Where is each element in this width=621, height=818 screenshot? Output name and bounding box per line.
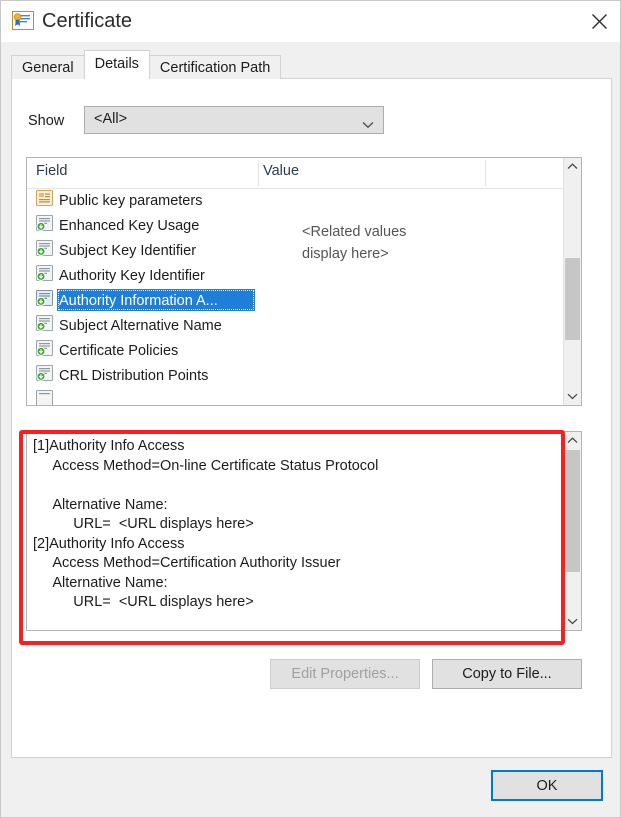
field-name: Subject Alternative Name	[59, 317, 222, 334]
scrollbar-thumb[interactable]	[565, 258, 580, 340]
certificate-field-icon	[36, 190, 53, 211]
scroll-down-icon[interactable]	[564, 613, 581, 630]
show-dropdown-value: <All>	[94, 111, 128, 127]
table-row-selected[interactable]: Authority Information A...	[27, 288, 566, 313]
certificate-extension-icon	[36, 390, 53, 405]
column-divider	[485, 160, 486, 186]
scrollbar-thumb[interactable]	[565, 450, 580, 572]
scroll-down-icon[interactable]	[564, 388, 581, 405]
table-row[interactable]	[27, 388, 566, 405]
certificate-field-list[interactable]: Field Value Public key parameters Enhanc…	[26, 157, 582, 406]
edit-properties-button[interactable]: Edit Properties...	[270, 659, 420, 689]
field-name: Enhanced Key Usage	[59, 217, 200, 234]
certificate-extension-icon	[36, 215, 53, 236]
certificate-extension-icon	[36, 290, 53, 311]
certificate-icon	[12, 11, 34, 30]
field-name: CRL Distribution Points	[59, 367, 209, 384]
show-label: Show	[28, 113, 65, 129]
field-name: Authority Information A...	[59, 292, 218, 309]
table-row[interactable]: Public key parameters	[27, 188, 566, 213]
table-row[interactable]: Certificate Policies	[27, 338, 566, 363]
window-title: Certificate	[42, 10, 133, 32]
tab-bar: General Details Certification Path	[11, 50, 282, 79]
ok-button[interactable]: OK	[491, 770, 603, 801]
field-name: Subject Key Identifier	[59, 242, 197, 259]
value-placeholder-text: <Related values display here>	[302, 224, 407, 262]
scroll-up-icon[interactable]	[564, 158, 581, 175]
certificate-extension-icon	[36, 315, 53, 336]
certificate-extension-icon	[36, 340, 53, 361]
field-list-body: Public key parameters Enhanced Key Usage…	[27, 188, 566, 405]
table-row[interactable]: Subject Key Identifier	[27, 238, 566, 263]
column-header-field: Field	[36, 163, 68, 179]
field-value-detail-box[interactable]: [1]Authority Info Access Access Method=O…	[26, 431, 582, 631]
table-row[interactable]: CRL Distribution Points	[27, 363, 566, 388]
show-dropdown[interactable]: <All>	[84, 106, 384, 134]
close-icon[interactable]	[576, 1, 620, 42]
details-tab-panel: Show <All> Field Value Public key parame…	[11, 78, 612, 758]
field-name: Authority Key Identifier	[59, 267, 205, 284]
field-name: Public key parameters	[59, 192, 203, 209]
field-value-text: [1]Authority Info Access Access Method=O…	[33, 438, 379, 610]
chevron-down-icon	[362, 116, 374, 134]
certificate-dialog: Certificate General Details Certificatio…	[0, 0, 621, 818]
title-bar: Certificate	[1, 1, 620, 42]
table-row[interactable]: Subject Alternative Name	[27, 313, 566, 338]
field-list-header: Field Value	[27, 158, 581, 189]
dialog-footer: OK	[1, 759, 620, 817]
tab-certification-path[interactable]: Certification Path	[148, 55, 282, 79]
field-name: Certificate Policies	[59, 342, 179, 359]
column-divider	[258, 160, 259, 186]
detail-scrollbar[interactable]	[563, 432, 581, 630]
table-row[interactable]: Authority Key Identifier	[27, 263, 566, 288]
certificate-extension-icon	[36, 365, 53, 386]
column-header-value: Value	[263, 163, 300, 179]
certificate-extension-icon	[36, 240, 53, 261]
tab-details[interactable]: Details	[83, 50, 150, 79]
tab-general[interactable]: General	[11, 55, 85, 79]
field-list-scrollbar[interactable]	[563, 158, 581, 405]
certificate-extension-icon	[36, 265, 53, 286]
scroll-up-icon[interactable]	[564, 432, 581, 449]
copy-to-file-button[interactable]: Copy to File...	[432, 659, 582, 689]
table-row[interactable]: Enhanced Key Usage	[27, 213, 566, 238]
